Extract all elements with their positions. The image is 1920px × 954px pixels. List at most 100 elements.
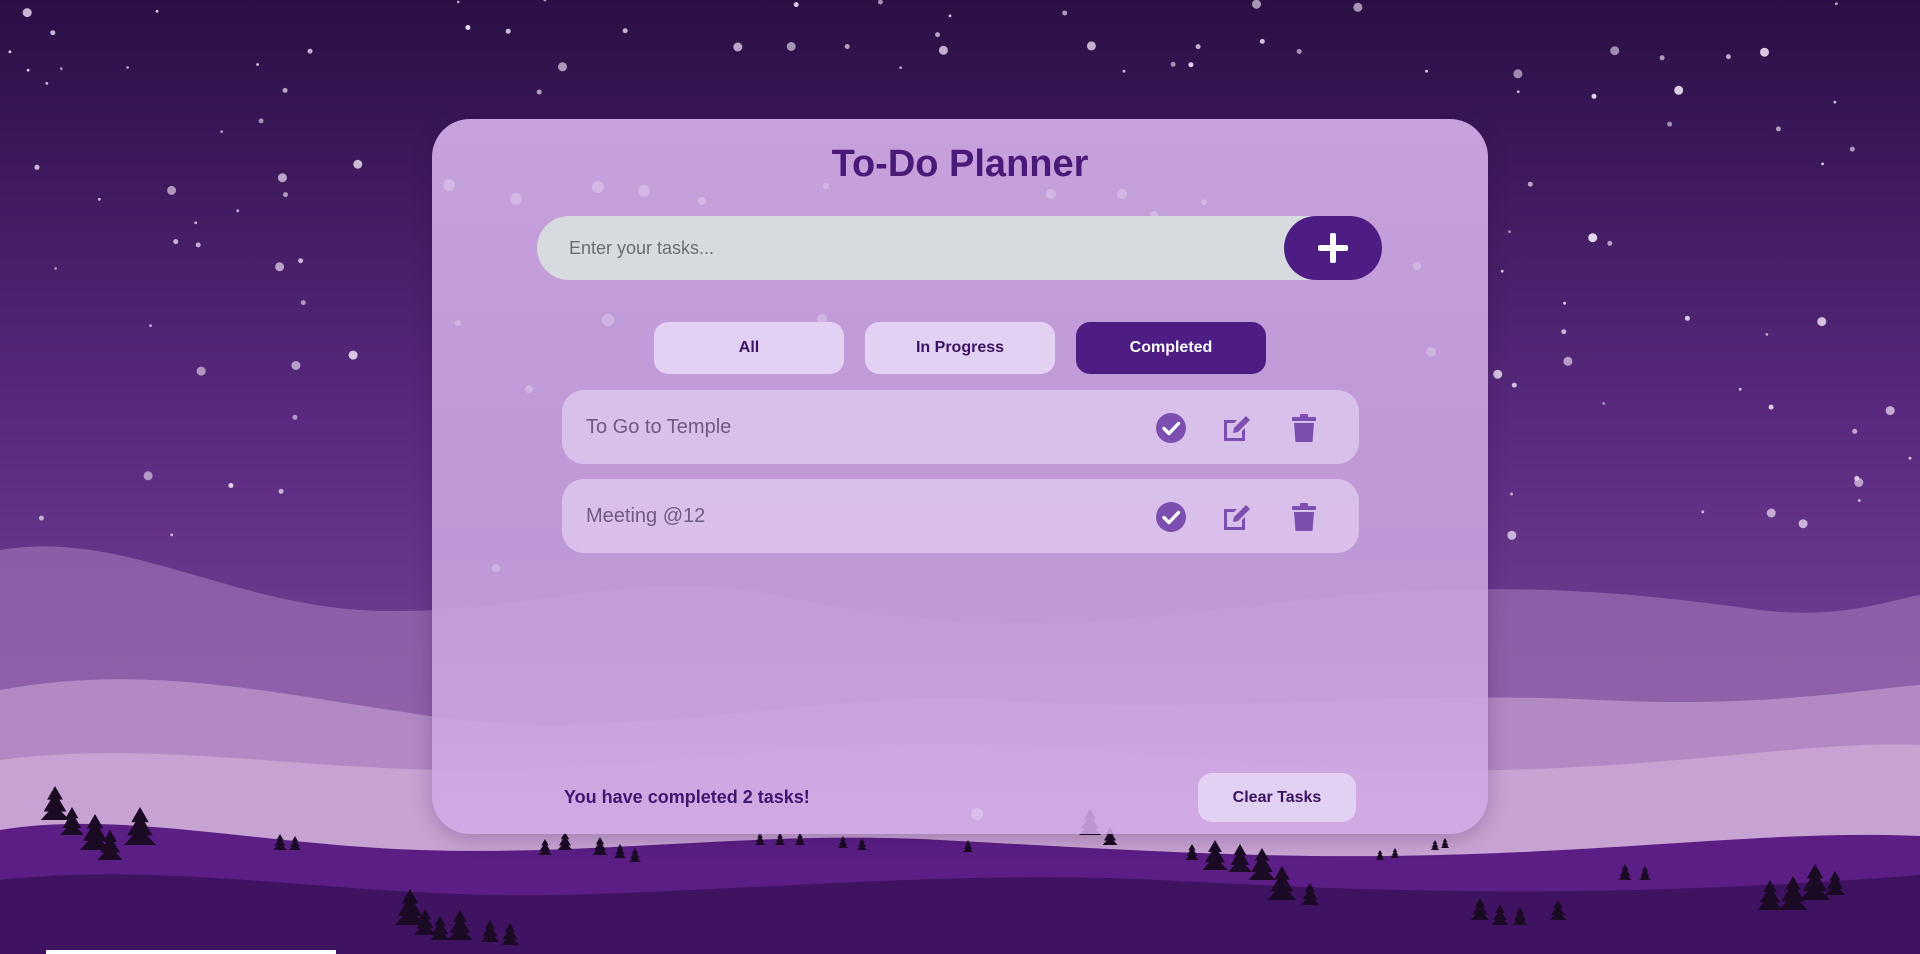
task-item: Meeting @12 [562, 479, 1359, 553]
star-dot [348, 350, 358, 360]
star-dot [196, 366, 206, 376]
trash-icon[interactable] [1288, 412, 1320, 444]
star-dot [300, 300, 306, 306]
task-input[interactable] [537, 216, 1277, 280]
star-dot [1607, 240, 1613, 246]
tab-in-progress[interactable]: In Progress [865, 322, 1055, 374]
star-dot [228, 483, 234, 488]
star-dot [353, 159, 363, 169]
star-dot [277, 173, 287, 183]
star-dot [1188, 62, 1194, 68]
star-dot [1849, 146, 1855, 152]
star-dot [935, 32, 941, 38]
star-dot [1588, 233, 1598, 243]
star-dot [45, 82, 49, 85]
star-dot [1170, 61, 1176, 67]
completed-count-text: You have completed 2 tasks! [564, 787, 810, 807]
task-text: To Go to Temple [586, 416, 732, 438]
star-dot [54, 267, 57, 270]
star-dot [282, 87, 288, 93]
star-dot [1507, 530, 1517, 540]
star-dot [256, 63, 259, 66]
star-dot [298, 258, 304, 264]
star-dot [1062, 10, 1068, 16]
star-dot [1885, 406, 1895, 416]
task-text: Meeting @12 [586, 505, 706, 527]
star-dot [1775, 126, 1781, 132]
task-item: To Go to Temple [562, 390, 1359, 464]
star-dot [1659, 55, 1665, 61]
star-dot [786, 42, 796, 51]
star-dot [1591, 93, 1597, 99]
star-dot [307, 48, 313, 54]
star-dot [22, 8, 32, 18]
edit-icon[interactable] [1221, 501, 1253, 533]
star-dot [1817, 317, 1827, 327]
star-dot [1259, 38, 1265, 44]
star-dot [38, 515, 44, 521]
tab-completed[interactable]: Completed [1076, 322, 1266, 374]
star-dot [1765, 333, 1769, 336]
star-dot [291, 361, 301, 370]
bottom-scrollbar [46, 950, 336, 954]
star-dot [50, 30, 56, 36]
star-dot [1122, 69, 1126, 73]
star-dot [1493, 369, 1503, 379]
star-dot [1425, 69, 1428, 73]
check-circle-icon[interactable] [1155, 501, 1187, 533]
star-dot [733, 42, 743, 52]
star-dot [194, 221, 198, 225]
star-dot [1563, 301, 1566, 305]
star-dot [258, 118, 264, 124]
star-dot [1561, 329, 1567, 335]
star-dot [170, 533, 174, 537]
star-dot [1760, 47, 1769, 57]
star-dot [1768, 404, 1774, 410]
star-dot [1508, 230, 1511, 234]
star-dot [149, 324, 153, 327]
star-dot [1738, 387, 1742, 391]
star-dot [278, 488, 284, 494]
star-dot [1766, 508, 1776, 518]
star-dot [1353, 2, 1363, 12]
star-dot [1510, 492, 1513, 496]
edit-icon[interactable] [1221, 412, 1253, 444]
trash-icon[interactable] [1288, 501, 1320, 533]
star-dot [505, 28, 511, 34]
add-task-button[interactable] [1284, 216, 1382, 280]
star-dot [622, 28, 628, 34]
star-dot [155, 9, 159, 13]
star-dot [1684, 315, 1690, 321]
star-dot [126, 66, 129, 69]
star-dot [938, 45, 948, 55]
star-dot [1513, 69, 1523, 79]
star-dot [456, 0, 460, 4]
star-dot [1296, 49, 1302, 54]
star-dot [1602, 402, 1606, 405]
star-dot [899, 66, 902, 69]
star-dot [195, 242, 201, 248]
star-dot [1908, 456, 1912, 460]
star-dot [292, 414, 298, 420]
star-dot [1610, 46, 1620, 56]
clear-tasks-button[interactable]: Clear Tasks [1198, 773, 1356, 822]
star-dot [236, 209, 240, 213]
star-dot [34, 164, 40, 170]
star-dot [536, 89, 542, 95]
star-dot [1511, 382, 1517, 388]
star-dot [1852, 428, 1858, 434]
star-dot [8, 50, 12, 54]
star-dot [1500, 269, 1504, 273]
star-dot [283, 192, 288, 198]
star-dot [275, 262, 285, 272]
tab-all[interactable]: All [654, 322, 844, 374]
task-input-row [537, 216, 1382, 280]
star-dot [59, 67, 63, 71]
check-circle-icon[interactable] [1155, 412, 1187, 444]
todo-planner-card: To-Do Planner All In Progress Completed … [432, 119, 1488, 834]
star-dot [558, 62, 567, 72]
page-title: To-Do Planner [831, 143, 1089, 185]
star-dot [1563, 356, 1573, 366]
star-dot [167, 185, 177, 195]
star-dot [1854, 478, 1864, 487]
